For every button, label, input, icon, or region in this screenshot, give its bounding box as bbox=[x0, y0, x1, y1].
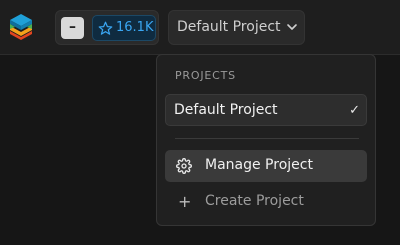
plus-icon: + bbox=[178, 192, 192, 211]
project-selector-label: Default Project bbox=[177, 19, 281, 35]
dropdown-divider bbox=[175, 138, 359, 139]
project-selector-button[interactable]: Default Project bbox=[168, 10, 305, 45]
project-item-default[interactable]: Default Project ✓ bbox=[165, 94, 367, 126]
manage-project-label: Manage Project bbox=[205, 157, 313, 173]
project-item-label: Default Project bbox=[174, 102, 278, 118]
create-project-item[interactable]: + Create Project bbox=[165, 186, 367, 218]
stacked-layers-logo-icon[interactable] bbox=[7, 12, 35, 42]
project-dropdown-menu: PROJECTS Default Project ✓ Manage Projec… bbox=[156, 54, 376, 226]
star-count: 16.1K bbox=[116, 20, 154, 35]
top-bar: – 16.1K Default Project bbox=[0, 0, 400, 55]
create-project-label: Create Project bbox=[205, 193, 304, 209]
github-widget: – 16.1K bbox=[55, 10, 159, 45]
gear-icon bbox=[176, 158, 192, 174]
github-toggle-button[interactable]: – bbox=[61, 17, 84, 39]
github-star-badge[interactable]: 16.1K bbox=[92, 15, 156, 41]
dropdown-heading: PROJECTS bbox=[175, 69, 236, 82]
checkmark-icon: ✓ bbox=[349, 103, 360, 118]
manage-project-item[interactable]: Manage Project bbox=[165, 150, 367, 182]
chevron-down-icon bbox=[287, 24, 297, 30]
star-icon bbox=[98, 21, 113, 35]
